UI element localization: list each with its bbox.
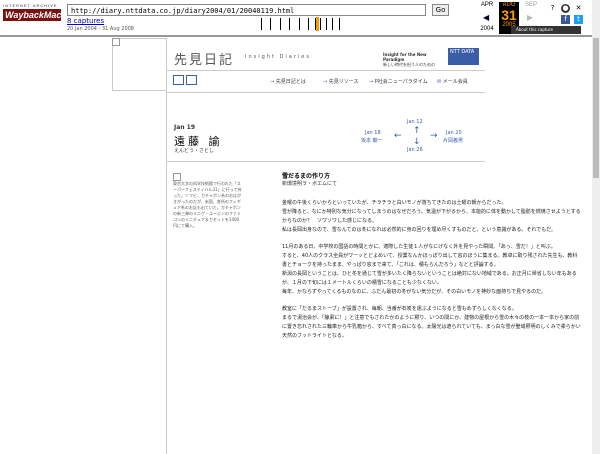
date-range: 20 Jan 2004 - 31 Aug 2008 [67,26,134,32]
spark-tick [299,18,300,30]
article-paragraph: 教室に「だるまストーブ」が設置され、毎朝、当番が石炭を運ぶようになると雪もめずら… [282,306,581,339]
ntt-data-logo[interactable]: NTT DATA [448,48,479,65]
spark-tick [261,18,262,30]
paradigm-tagline: Insight for the New Paradigm 新しい時代を担う人のた… [383,52,443,67]
spark-tick [280,18,281,30]
article-paragraph: 金曜の午後くらいからといっていたが、チラチラと白いモノが落ちてきたのは土曜の朝か… [282,200,581,233]
prev-month-link[interactable]: APR [477,2,497,8]
captures-link[interactable]: 8 captures [67,17,104,25]
facebook-icon[interactable]: f [561,15,570,24]
entry-rule [167,161,485,162]
photo-caption: 東京大学の科学技術館で行われた「スーパーフェスティバル31」に行って持った。ソフ… [173,181,242,228]
spark-tick [289,18,290,30]
broken-image-icon [112,38,120,46]
wayback-logo[interactable]: INTERNET ARCHIVE WaybackMachine [3,3,80,29]
nav-resources[interactable]: → 先見リソース [323,78,359,85]
article-body: 金曜の午後くらいからといっていたが、チラチラと白いモノが落ちてきたのは土曜の朝か… [282,199,582,349]
wayback-toolbar: INTERNET ARCHIVE WaybackMachine http://d… [0,0,600,37]
site-logo-placeholder [112,38,167,91]
url-input[interactable]: http://diary.nttdata.co.jp/diary2004/01/… [67,4,426,16]
spark-highlight [316,17,319,31]
nav-rule [167,92,485,93]
paradigm-line1: Insight for the New Paradigm [383,52,427,62]
scrollbar-thumb[interactable] [593,38,599,178]
paradigm-line2: 新しい時代を担う人のための [383,62,435,67]
article-subtitle: 新環境明ラ・ボエムにて [282,181,338,187]
prev-day-author[interactable]: 坂本 龍一 [361,137,383,144]
up-arrow-icon[interactable]: ↑ [413,127,421,136]
prev-week-date[interactable]: Jan 12 [407,119,423,125]
go-button[interactable]: Go [432,4,449,16]
spark-tick [315,18,316,30]
spark-tick [320,18,321,30]
twitter-icon[interactable]: t [574,15,583,24]
prev-year: 2004 [480,26,494,32]
nav-mail[interactable]: ✉ メール会員 [437,78,468,85]
left-arrow-icon[interactable]: ← [394,132,402,141]
header-rule [167,70,485,71]
right-arrow-icon[interactable]: → [430,132,438,141]
down-arrow-icon[interactable]: ↓ [413,138,421,147]
prev-arrow-icon[interactable]: ◀ [483,13,489,22]
spark-tick [326,18,327,30]
calendar-view-icon[interactable] [173,75,184,85]
spark-tick [339,18,340,30]
nav-paradigm[interactable]: → P社会ニューパラダイム [369,78,428,85]
about-capture-button[interactable]: About this capture [511,26,581,34]
close-icon[interactable]: ✕ [574,4,583,13]
spark-tick [270,18,271,30]
capture-sparkline[interactable] [156,17,426,31]
ntt-label: NTT DATA [450,49,475,55]
left-divider [166,38,167,454]
photo-placeholder [173,173,181,181]
prev-day-date[interactable]: Jan 18 [365,130,381,136]
list-view-icon[interactable] [186,75,197,85]
help-icon[interactable]: ? [548,4,557,13]
spark-tick [308,18,309,30]
next-month-link[interactable]: SEP [521,2,541,8]
next-day-author[interactable]: 片岡義男 [443,137,463,144]
entry-date: Jan 19 [174,124,195,131]
article-title: 雪だるまの作り方 [282,173,331,180]
site-subtitle: Insight Diaries [245,54,311,60]
site-title: 先見日記 [174,53,235,68]
user-icon[interactable]: ● [561,4,570,13]
logo-top-text: INTERNET ARCHIVE [3,3,58,8]
next-week-date[interactable]: Jan 26 [407,147,423,153]
next-day-date[interactable]: Jan 20 [446,130,462,136]
next-arrow-icon[interactable]: ▶ [527,13,533,22]
scrollbar[interactable] [592,0,600,454]
author-kana: えんどう・さとし [174,148,214,154]
nav-about[interactable]: → 先見日記とは [270,78,306,85]
spark-tick [332,18,333,30]
current-day: 31 [501,7,517,23]
logo-main-text: WaybackMachine [3,9,80,21]
article-paragraph: 11月のある日、中学校の国語の時間とかに、適際した生徒１人がなにげなく外を見やっ… [282,244,578,295]
